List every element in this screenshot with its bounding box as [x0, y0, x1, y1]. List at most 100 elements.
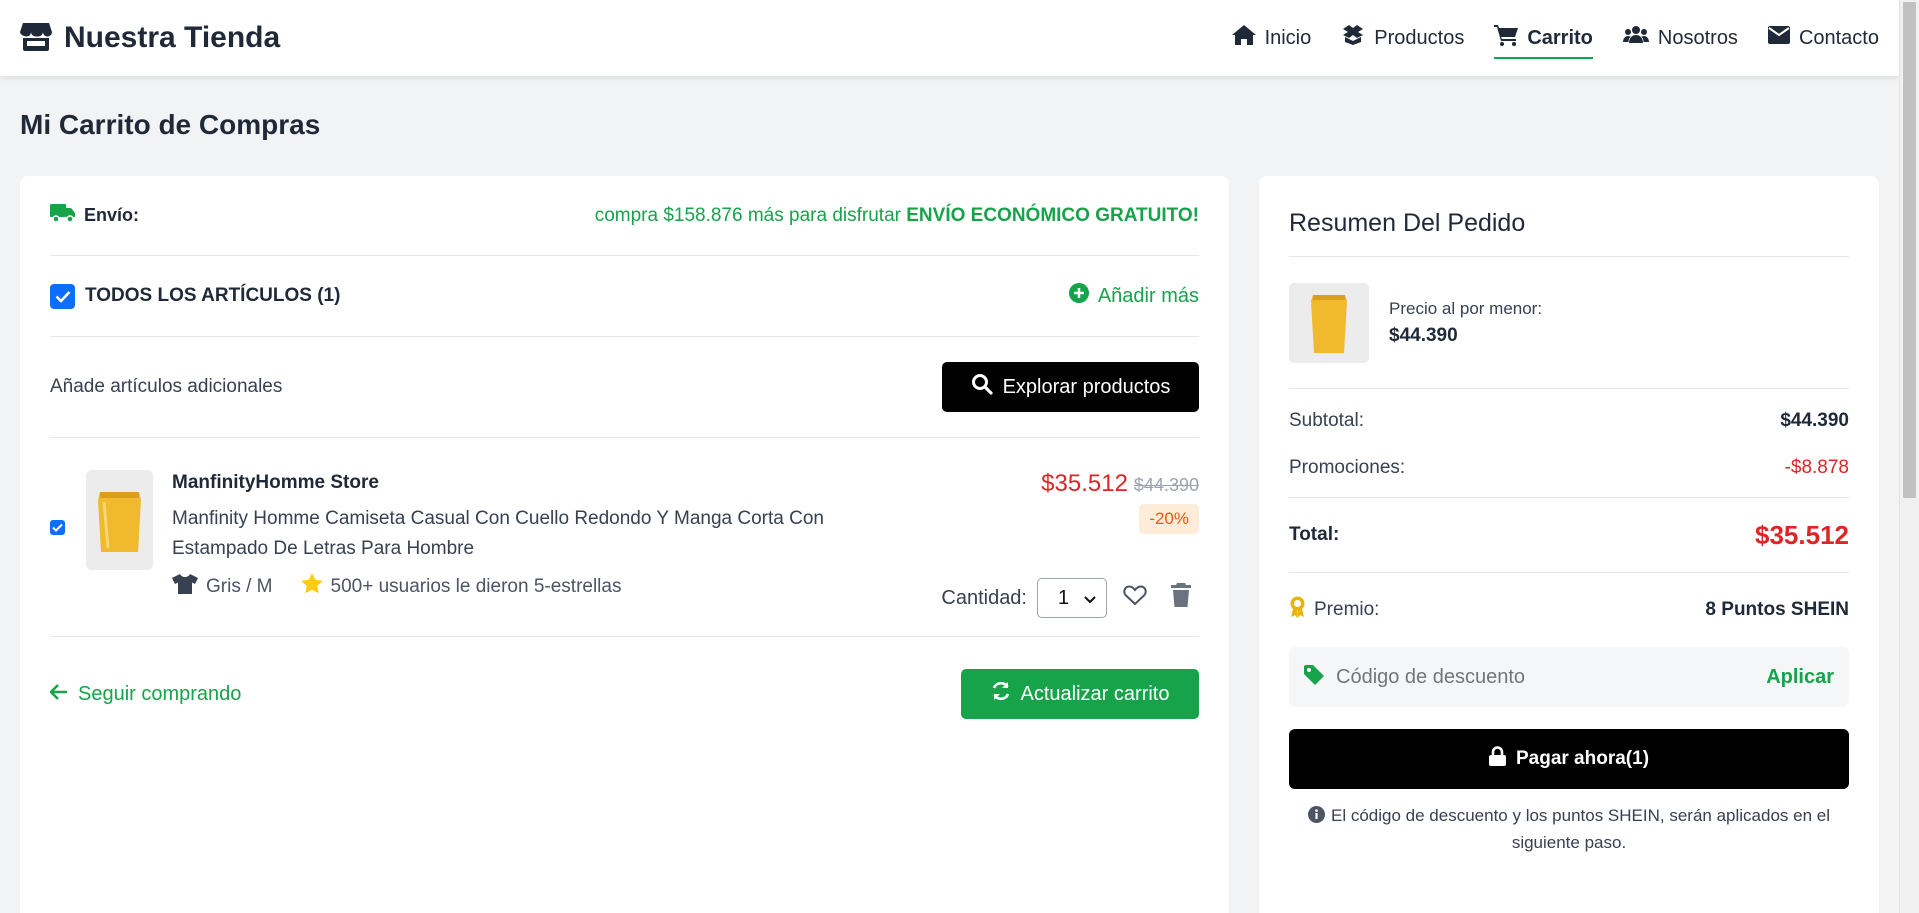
lock-icon	[1488, 746, 1506, 772]
item-meta: Gris / M 500+ usuarios le dieron 5-estre…	[172, 573, 852, 600]
price-box: $35.512 $44.390 -20%	[1041, 470, 1199, 534]
summary-note-text: El código de descuento y los puntos SHEI…	[1331, 806, 1830, 852]
cart-footer: Seguir comprando Actualizar carrito	[49, 637, 1199, 751]
explore-products-label: Explorar productos	[1002, 375, 1171, 398]
boxes-icon	[1341, 25, 1365, 51]
top-navbar: Nuestra Tienda Inicio Productos Carrito …	[0, 0, 1899, 76]
retail-price-value: $44.390	[1389, 324, 1458, 346]
arrow-left-icon	[49, 683, 68, 706]
trash-icon	[1171, 583, 1191, 613]
store-name[interactable]: ManfinityHomme Store	[172, 472, 852, 494]
explore-products-button[interactable]: Explorar productos	[942, 362, 1199, 412]
coupon-box: Aplicar	[1289, 647, 1849, 707]
nav-productos[interactable]: Productos	[1341, 21, 1464, 55]
nav-label: Contacto	[1798, 26, 1879, 49]
brand-title: Nuestra Tienda	[64, 21, 281, 54]
apply-coupon-button[interactable]: Aplicar	[1766, 666, 1834, 689]
brand[interactable]: Nuestra Tienda	[20, 21, 280, 56]
subtotal-value: $44.390	[1780, 409, 1849, 431]
scrollbar-thumb[interactable]	[1903, 2, 1916, 498]
current-price: $35.512	[1041, 470, 1128, 497]
pay-now-label: Pagar ahora(1)	[1515, 748, 1650, 769]
retail-price-label: Precio al por menor:	[1389, 298, 1543, 318]
award-icon	[1289, 596, 1306, 624]
refresh-icon	[991, 681, 1011, 707]
subtotal-line: Subtotal: $44.390	[1289, 397, 1849, 444]
heart-icon	[1123, 584, 1147, 612]
quantity-controls: Cantidad: 1	[941, 578, 1199, 618]
nav-carrito[interactable]: Carrito	[1494, 20, 1593, 59]
reward-value: 8 Puntos SHEIN	[1705, 599, 1849, 620]
pay-now-button[interactable]: Pagar ahora(1)	[1289, 729, 1849, 789]
total-line: Total: $35.512	[1289, 497, 1849, 573]
coupon-input[interactable]	[1336, 665, 1755, 689]
select-all-row: TODOS LOS ARTÍCULOS (1) Añadir más	[50, 256, 1199, 337]
variant: Gris / M	[206, 575, 273, 597]
store-icon	[20, 21, 52, 56]
shipping-msg-bold: ENVÍO ECONÓMICO GRATUITO!	[906, 204, 1199, 226]
search-icon	[971, 373, 993, 401]
nav-label: Inicio	[1264, 26, 1312, 49]
quantity-label: Cantidad:	[941, 586, 1027, 609]
nav-label: Nosotros	[1657, 26, 1738, 49]
discount-badge: -20%	[1139, 504, 1199, 534]
nav-label: Carrito	[1527, 26, 1593, 49]
summary-product-thumbnail	[1289, 282, 1369, 363]
promotions-line: Promociones: -$8.878	[1289, 444, 1849, 491]
quantity-value: 1	[1058, 586, 1070, 609]
summary-title: Resumen Del Pedido	[1289, 176, 1849, 257]
promotions-label: Promociones:	[1289, 456, 1406, 478]
shipping-row: Envío: compra $158.876 más para disfruta…	[50, 176, 1199, 256]
total-value: $35.512	[1755, 519, 1849, 550]
rating-text: 500+ usuarios le dieron 5-estrellas	[330, 575, 622, 597]
cart-item: ManfinityHomme Store Manfinity Homme Cam…	[50, 438, 1199, 637]
plus-circle-icon	[1068, 283, 1089, 309]
free-shipping-message: compra $158.876 más para disfrutar ENVÍO…	[595, 205, 1199, 227]
total-label: Total:	[1289, 524, 1340, 545]
main-nav: Inicio Productos Carrito Nosotros Contac…	[1231, 20, 1879, 59]
promotions-value: -$8.878	[1784, 456, 1849, 478]
envelope-icon	[1767, 26, 1790, 50]
info-icon	[1308, 805, 1326, 830]
continue-shopping-label: Seguir comprando	[78, 682, 242, 705]
vertical-scrollbar[interactable]	[1899, 0, 1919, 913]
chevron-down-icon	[1084, 587, 1096, 610]
reward-label: Premio:	[1314, 599, 1380, 620]
select-all-label: TODOS LOS ARTÍCULOS (1)	[85, 285, 341, 306]
update-cart-button[interactable]: Actualizar carrito	[961, 669, 1199, 719]
shipping-msg-prefix: compra $158.876 más para disfrutar	[594, 204, 907, 226]
original-price: $44.390	[1133, 475, 1199, 495]
item-info: ManfinityHomme Store Manfinity Homme Cam…	[172, 472, 852, 600]
add-more-label: Añadir más	[1097, 284, 1199, 307]
add-more-link[interactable]: Añadir más	[1068, 283, 1199, 309]
star-icon	[300, 573, 323, 600]
reward-line: Premio: 8 Puntos SHEIN	[1289, 573, 1849, 647]
quantity-select[interactable]: 1	[1037, 578, 1107, 618]
shipping-label-text: Envío:	[84, 205, 140, 225]
order-summary-panel: Resumen Del Pedido Precio al por menor: …	[1259, 176, 1879, 913]
page-title: Mi Carrito de Compras	[20, 109, 321, 140]
product-thumbnail[interactable]	[86, 470, 153, 570]
nav-inicio[interactable]: Inicio	[1231, 21, 1312, 55]
tag-icon	[1304, 664, 1324, 690]
select-all-checkbox[interactable]	[50, 283, 75, 309]
delete-button[interactable]	[1163, 580, 1199, 616]
extra-items-row: Añade artículos adicionales Explorar pro…	[50, 337, 1199, 438]
update-cart-label: Actualizar carrito	[1020, 682, 1170, 705]
users-icon	[1622, 25, 1649, 51]
summary-product: Precio al por menor: $44.390	[1289, 257, 1849, 389]
tshirt-icon	[172, 573, 198, 600]
nav-contacto[interactable]: Contacto	[1767, 22, 1879, 54]
nav-label: Productos	[1374, 26, 1465, 49]
shipping-label: Envío:	[50, 203, 139, 228]
nav-nosotros[interactable]: Nosotros	[1622, 21, 1738, 55]
home-icon	[1231, 25, 1256, 51]
continue-shopping-link[interactable]: Seguir comprando	[49, 682, 242, 706]
product-description[interactable]: Manfinity Homme Camiseta Casual Con Cuel…	[172, 504, 852, 564]
wishlist-button[interactable]	[1117, 580, 1153, 616]
cart-icon	[1494, 24, 1519, 52]
retail-price-block: Precio al por menor: $44.390	[1389, 299, 1542, 347]
item-checkbox[interactable]	[50, 520, 65, 535]
summary-note: El código de descuento y los puntos SHEI…	[1289, 803, 1849, 855]
extra-items-label: Añade artículos adicionales	[50, 376, 283, 397]
